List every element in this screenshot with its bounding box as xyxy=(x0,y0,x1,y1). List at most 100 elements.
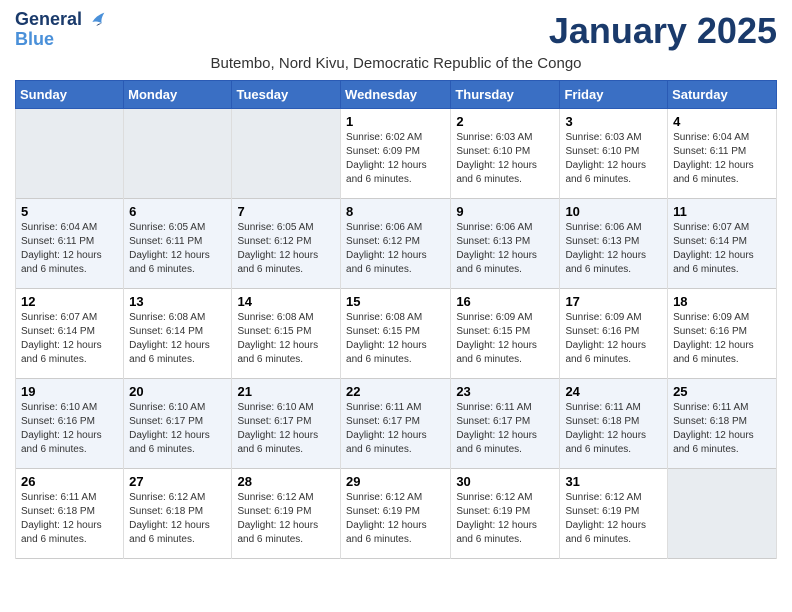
calendar-cell: 29 Sunrise: 6:12 AM Sunset: 6:19 PM Dayli… xyxy=(341,469,451,559)
calendar-cell xyxy=(232,109,341,199)
day-info: Sunrise: 6:08 AM Sunset: 6:15 PM Dayligh… xyxy=(346,311,445,367)
day-info: Sunrise: 6:04 AM Sunset: 6:11 PM Dayligh… xyxy=(673,131,771,187)
calendar-cell: 2 Sunrise: 6:03 AM Sunset: 6:10 PM Daylig… xyxy=(451,109,560,199)
calendar-cell: 15 Sunrise: 6:08 AM Sunset: 6:15 PM Dayli… xyxy=(341,289,451,379)
calendar-week-row: 1Sunrise: 6:02 AM Sunset: 6:09 PM Daylig… xyxy=(16,109,777,199)
calendar-table: SundayMondayTuesdayWednesdayThursdayFrid… xyxy=(15,80,777,559)
day-info: Sunrise: 6:06 AM Sunset: 6:13 PM Dayligh… xyxy=(456,221,554,277)
day-number: 24 xyxy=(565,384,662,399)
day-number: 26 xyxy=(21,474,118,489)
day-info: Sunrise: 6:03 AM Sunset: 6:10 PM Dayligh… xyxy=(456,131,554,187)
calendar-cell: 6 Sunrise: 6:05 AM Sunset: 6:11 PM Daylig… xyxy=(124,199,232,289)
calendar-cell: 5 Sunrise: 6:04 AM Sunset: 6:11 PM Daylig… xyxy=(16,199,124,289)
weekday-header: Wednesday xyxy=(341,81,451,109)
weekday-header: Thursday xyxy=(451,81,560,109)
day-number: 29 xyxy=(346,474,445,489)
calendar-cell xyxy=(668,469,777,559)
calendar-subtitle: Butembo, Nord Kivu, Democratic Republic … xyxy=(15,55,777,72)
day-info: Sunrise: 6:10 AM Sunset: 6:17 PM Dayligh… xyxy=(237,401,335,457)
calendar-cell: 28 Sunrise: 6:12 AM Sunset: 6:19 PM Dayli… xyxy=(232,469,341,559)
weekday-header: Sunday xyxy=(16,81,124,109)
day-number: 22 xyxy=(346,384,445,399)
day-info: Sunrise: 6:08 AM Sunset: 6:14 PM Dayligh… xyxy=(129,311,226,367)
day-number: 27 xyxy=(129,474,226,489)
weekday-header: Tuesday xyxy=(232,81,341,109)
calendar-week-row: 26 Sunrise: 6:11 AM Sunset: 6:18 PM Dayli… xyxy=(16,469,777,559)
calendar-cell: 7 Sunrise: 6:05 AM Sunset: 6:12 PM Daylig… xyxy=(232,199,341,289)
day-info: Sunrise: 6:06 AM Sunset: 6:12 PM Dayligh… xyxy=(346,221,445,277)
day-number: 15 xyxy=(346,294,445,309)
day-number: 14 xyxy=(237,294,335,309)
day-number: 17 xyxy=(565,294,662,309)
title-section: January 2025 xyxy=(549,10,777,52)
calendar-cell: 24 Sunrise: 6:11 AM Sunset: 6:18 PM Dayli… xyxy=(560,379,668,469)
calendar-cell: 31 Sunrise: 6:12 AM Sunset: 6:19 PM Dayli… xyxy=(560,469,668,559)
day-number: 4 xyxy=(673,114,771,129)
calendar-cell: 8 Sunrise: 6:06 AM Sunset: 6:12 PM Daylig… xyxy=(341,199,451,289)
day-number: 7 xyxy=(237,204,335,219)
day-number: 23 xyxy=(456,384,554,399)
day-number: 31 xyxy=(565,474,662,489)
day-info: Sunrise: 6:11 AM Sunset: 6:18 PM Dayligh… xyxy=(21,491,118,547)
day-info: Sunrise: 6:02 AM Sunset: 6:09 PM Dayligh… xyxy=(346,131,445,187)
day-info: Sunrise: 6:05 AM Sunset: 6:11 PM Dayligh… xyxy=(129,221,226,277)
day-number: 3 xyxy=(565,114,662,129)
calendar-cell: 12Sunrise: 6:07 AM Sunset: 6:14 PM Dayli… xyxy=(16,289,124,379)
calendar-cell: 20 Sunrise: 6:10 AM Sunset: 6:17 PM Dayli… xyxy=(124,379,232,469)
day-info: Sunrise: 6:10 AM Sunset: 6:16 PM Dayligh… xyxy=(21,401,118,457)
day-number: 20 xyxy=(129,384,226,399)
weekday-header: Saturday xyxy=(668,81,777,109)
day-number: 25 xyxy=(673,384,771,399)
day-number: 11 xyxy=(673,204,771,219)
calendar-title: January 2025 xyxy=(549,10,777,52)
day-info: Sunrise: 6:12 AM Sunset: 6:19 PM Dayligh… xyxy=(237,491,335,547)
calendar-cell: 3 Sunrise: 6:03 AM Sunset: 6:10 PM Daylig… xyxy=(560,109,668,199)
calendar-cell xyxy=(124,109,232,199)
day-info: Sunrise: 6:12 AM Sunset: 6:19 PM Dayligh… xyxy=(456,491,554,547)
day-number: 13 xyxy=(129,294,226,309)
calendar-cell: 10Sunrise: 6:06 AM Sunset: 6:13 PM Dayli… xyxy=(560,199,668,289)
day-number: 16 xyxy=(456,294,554,309)
day-info: Sunrise: 6:09 AM Sunset: 6:16 PM Dayligh… xyxy=(673,311,771,367)
calendar-header-row: SundayMondayTuesdayWednesdayThursdayFrid… xyxy=(16,81,777,109)
calendar-cell: 19 Sunrise: 6:10 AM Sunset: 6:16 PM Dayli… xyxy=(16,379,124,469)
day-number: 28 xyxy=(237,474,335,489)
day-number: 12 xyxy=(21,294,118,309)
calendar-cell xyxy=(16,109,124,199)
day-info: Sunrise: 6:12 AM Sunset: 6:18 PM Dayligh… xyxy=(129,491,226,547)
day-info: Sunrise: 6:11 AM Sunset: 6:18 PM Dayligh… xyxy=(673,401,771,457)
day-number: 18 xyxy=(673,294,771,309)
day-info: Sunrise: 6:05 AM Sunset: 6:12 PM Dayligh… xyxy=(237,221,335,277)
day-info: Sunrise: 6:03 AM Sunset: 6:10 PM Dayligh… xyxy=(565,131,662,187)
day-info: Sunrise: 6:07 AM Sunset: 6:14 PM Dayligh… xyxy=(673,221,771,277)
calendar-cell: 18 Sunrise: 6:09 AM Sunset: 6:16 PM Dayli… xyxy=(668,289,777,379)
calendar-cell: 27 Sunrise: 6:12 AM Sunset: 6:18 PM Dayli… xyxy=(124,469,232,559)
day-number: 19 xyxy=(21,384,118,399)
page-header: General Blue January 2025 xyxy=(15,10,777,55)
calendar-cell: 14Sunrise: 6:08 AM Sunset: 6:15 PM Dayli… xyxy=(232,289,341,379)
weekday-header: Friday xyxy=(560,81,668,109)
day-info: Sunrise: 6:11 AM Sunset: 6:18 PM Dayligh… xyxy=(565,401,662,457)
day-info: Sunrise: 6:11 AM Sunset: 6:17 PM Dayligh… xyxy=(456,401,554,457)
day-info: Sunrise: 6:06 AM Sunset: 6:13 PM Dayligh… xyxy=(565,221,662,277)
day-info: Sunrise: 6:04 AM Sunset: 6:11 PM Dayligh… xyxy=(21,221,118,277)
day-number: 8 xyxy=(346,204,445,219)
calendar-cell: 13 Sunrise: 6:08 AM Sunset: 6:14 PM Dayli… xyxy=(124,289,232,379)
day-number: 2 xyxy=(456,114,554,129)
day-info: Sunrise: 6:12 AM Sunset: 6:19 PM Dayligh… xyxy=(346,491,445,547)
calendar-cell: 11 Sunrise: 6:07 AM Sunset: 6:14 PM Dayli… xyxy=(668,199,777,289)
day-number: 6 xyxy=(129,204,226,219)
weekday-header: Monday xyxy=(124,81,232,109)
calendar-week-row: 19 Sunrise: 6:10 AM Sunset: 6:16 PM Dayli… xyxy=(16,379,777,469)
calendar-cell: 23 Sunrise: 6:11 AM Sunset: 6:17 PM Dayli… xyxy=(451,379,560,469)
day-info: Sunrise: 6:09 AM Sunset: 6:15 PM Dayligh… xyxy=(456,311,554,367)
calendar-cell: 25 Sunrise: 6:11 AM Sunset: 6:18 PM Dayli… xyxy=(668,379,777,469)
calendar-week-row: 5 Sunrise: 6:04 AM Sunset: 6:11 PM Daylig… xyxy=(16,199,777,289)
calendar-cell: 22Sunrise: 6:11 AM Sunset: 6:17 PM Dayli… xyxy=(341,379,451,469)
calendar-cell: 26 Sunrise: 6:11 AM Sunset: 6:18 PM Dayli… xyxy=(16,469,124,559)
calendar-cell: 4 Sunrise: 6:04 AM Sunset: 6:11 PM Daylig… xyxy=(668,109,777,199)
day-number: 5 xyxy=(21,204,118,219)
day-info: Sunrise: 6:12 AM Sunset: 6:19 PM Dayligh… xyxy=(565,491,662,547)
day-info: Sunrise: 6:10 AM Sunset: 6:17 PM Dayligh… xyxy=(129,401,226,457)
calendar-cell: 16 Sunrise: 6:09 AM Sunset: 6:15 PM Dayli… xyxy=(451,289,560,379)
